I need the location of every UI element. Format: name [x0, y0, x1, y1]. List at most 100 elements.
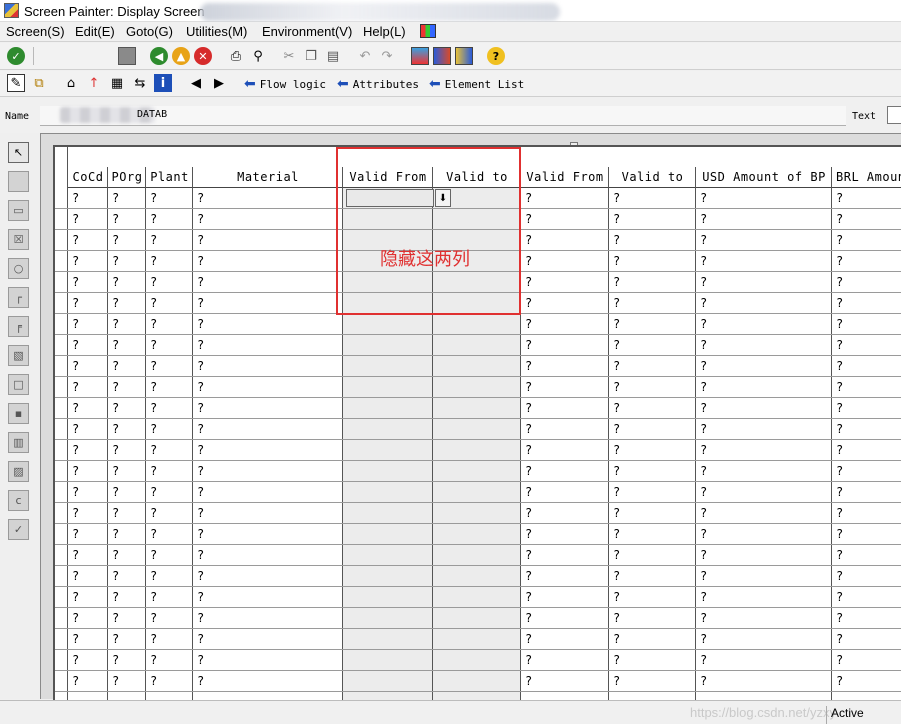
table-cell[interactable]: ? [700, 212, 707, 226]
table-cell[interactable]: ? [150, 191, 157, 205]
table-cell[interactable]: ? [700, 653, 707, 667]
table-cell[interactable]: ? [613, 359, 620, 373]
text-field[interactable] [887, 106, 901, 124]
table-cell[interactable]: ? [836, 464, 843, 478]
table-cell[interactable]: ? [112, 632, 119, 646]
table-cell[interactable]: ? [112, 485, 119, 499]
redo-icon[interactable]: ↷ [378, 47, 396, 65]
table-cell[interactable]: ? [613, 590, 620, 604]
pointer-icon[interactable]: ↖ [8, 142, 29, 163]
table-cell[interactable]: ? [525, 212, 532, 226]
table-cell[interactable]: ? [525, 380, 532, 394]
table-cell[interactable]: ? [525, 275, 532, 289]
table-cell[interactable]: ? [112, 590, 119, 604]
table-cell[interactable]: ? [700, 401, 707, 415]
table-cell[interactable]: ? [112, 359, 119, 373]
table-cell[interactable]: ? [525, 233, 532, 247]
table-cell[interactable]: ? [613, 527, 620, 541]
table-cell[interactable]: ? [700, 191, 707, 205]
table-cell[interactable]: ? [150, 464, 157, 478]
table-cell[interactable]: ? [197, 674, 204, 688]
table-cell[interactable]: ? [525, 611, 532, 625]
table-cell[interactable]: ? [613, 422, 620, 436]
table-cell[interactable]: ? [525, 485, 532, 499]
table-cell[interactable]: ? [72, 674, 79, 688]
table-cell[interactable]: ? [72, 548, 79, 562]
undo-icon[interactable]: ↶ [356, 47, 374, 65]
table-cell[interactable]: ? [836, 443, 843, 457]
table-cell[interactable]: ? [197, 254, 204, 268]
table-cell[interactable]: ? [525, 401, 532, 415]
table-cell[interactable]: ? [72, 443, 79, 457]
next-icon[interactable]: ▶ [210, 74, 228, 92]
print-icon[interactable]: ⎙ [227, 47, 245, 65]
table-cell[interactable]: ? [72, 653, 79, 667]
cancel-icon[interactable]: ✕ [194, 47, 212, 65]
table-cell[interactable]: ? [613, 254, 620, 268]
table-cell[interactable]: ? [525, 254, 532, 268]
table-cell[interactable]: ? [836, 569, 843, 583]
exit-icon[interactable]: ▲ [172, 47, 190, 65]
checkbox-icon[interactable]: ☒ [8, 229, 29, 250]
column-header[interactable]: POrg [108, 167, 146, 188]
table-cell[interactable]: ? [197, 296, 204, 310]
table-cell[interactable]: ? [836, 380, 843, 394]
table-cell[interactable]: ? [836, 338, 843, 352]
help-icon[interactable]: ? [487, 47, 505, 65]
table-cell[interactable]: ? [112, 443, 119, 457]
table-cell[interactable]: ? [836, 359, 843, 373]
table-cell[interactable]: ? [613, 548, 620, 562]
flow-logic-button[interactable]: ⬅ Flow logic [244, 75, 326, 93]
table-cell[interactable]: ? [150, 443, 157, 457]
table-cell[interactable]: ? [72, 464, 79, 478]
tabstrip-icon[interactable]: □ [8, 374, 29, 395]
box-icon[interactable]: ╒ [8, 316, 29, 337]
table-cell[interactable]: ? [112, 422, 119, 436]
table-wizard-icon[interactable]: c [8, 490, 29, 511]
table-cell[interactable]: ? [525, 359, 532, 373]
table-cell[interactable]: ? [112, 275, 119, 289]
table-cell[interactable]: ? [525, 317, 532, 331]
table-cell[interactable]: ? [72, 380, 79, 394]
layout-icon[interactable] [411, 47, 429, 65]
radio-button-icon[interactable]: ○ [8, 258, 29, 279]
table-cell[interactable]: ? [197, 401, 204, 415]
table-cell[interactable]: ? [72, 485, 79, 499]
table-cell[interactable]: ? [150, 254, 157, 268]
table-cell[interactable]: ? [525, 422, 532, 436]
table-cell[interactable]: ? [836, 212, 843, 226]
graphic-icon[interactable] [455, 47, 473, 65]
column-header[interactable]: Material [193, 167, 343, 188]
find-icon[interactable]: ⚲ [249, 47, 267, 65]
table-cell[interactable]: ? [613, 191, 620, 205]
table-cell[interactable]: ? [197, 380, 204, 394]
attributes-button[interactable]: ⬅ Attributes [337, 75, 419, 93]
table-cell[interactable]: ? [72, 212, 79, 226]
table-cell[interactable]: ? [72, 422, 79, 436]
table-cell[interactable]: ? [700, 590, 707, 604]
table-cell[interactable]: ? [72, 401, 79, 415]
table-cell[interactable]: ? [72, 359, 79, 373]
table-cell[interactable]: ? [72, 296, 79, 310]
table-cell[interactable]: ? [197, 527, 204, 541]
table-cell[interactable]: ? [525, 443, 532, 457]
table-cell[interactable]: ? [197, 506, 204, 520]
table-cell[interactable]: ? [836, 296, 843, 310]
table-cell[interactable]: ? [150, 233, 157, 247]
table-cell[interactable]: ? [613, 611, 620, 625]
table-cell[interactable]: ? [112, 548, 119, 562]
table-cell[interactable]: ? [72, 569, 79, 583]
table-cell[interactable]: ? [197, 569, 204, 583]
table-cell[interactable]: ? [613, 506, 620, 520]
table-cell[interactable]: ? [197, 422, 204, 436]
table-cell[interactable]: ? [72, 191, 79, 205]
back-icon[interactable]: ◀ [150, 47, 168, 65]
table-cell[interactable]: ? [150, 632, 157, 646]
table-cell[interactable]: ? [525, 569, 532, 583]
table-cell[interactable]: ? [150, 359, 157, 373]
table-cell[interactable]: ? [700, 254, 707, 268]
table-cell[interactable]: ? [613, 653, 620, 667]
table-cell[interactable]: ? [150, 338, 157, 352]
menu-edit[interactable]: Edit(E) [75, 24, 115, 39]
table-cell[interactable]: ? [112, 569, 119, 583]
